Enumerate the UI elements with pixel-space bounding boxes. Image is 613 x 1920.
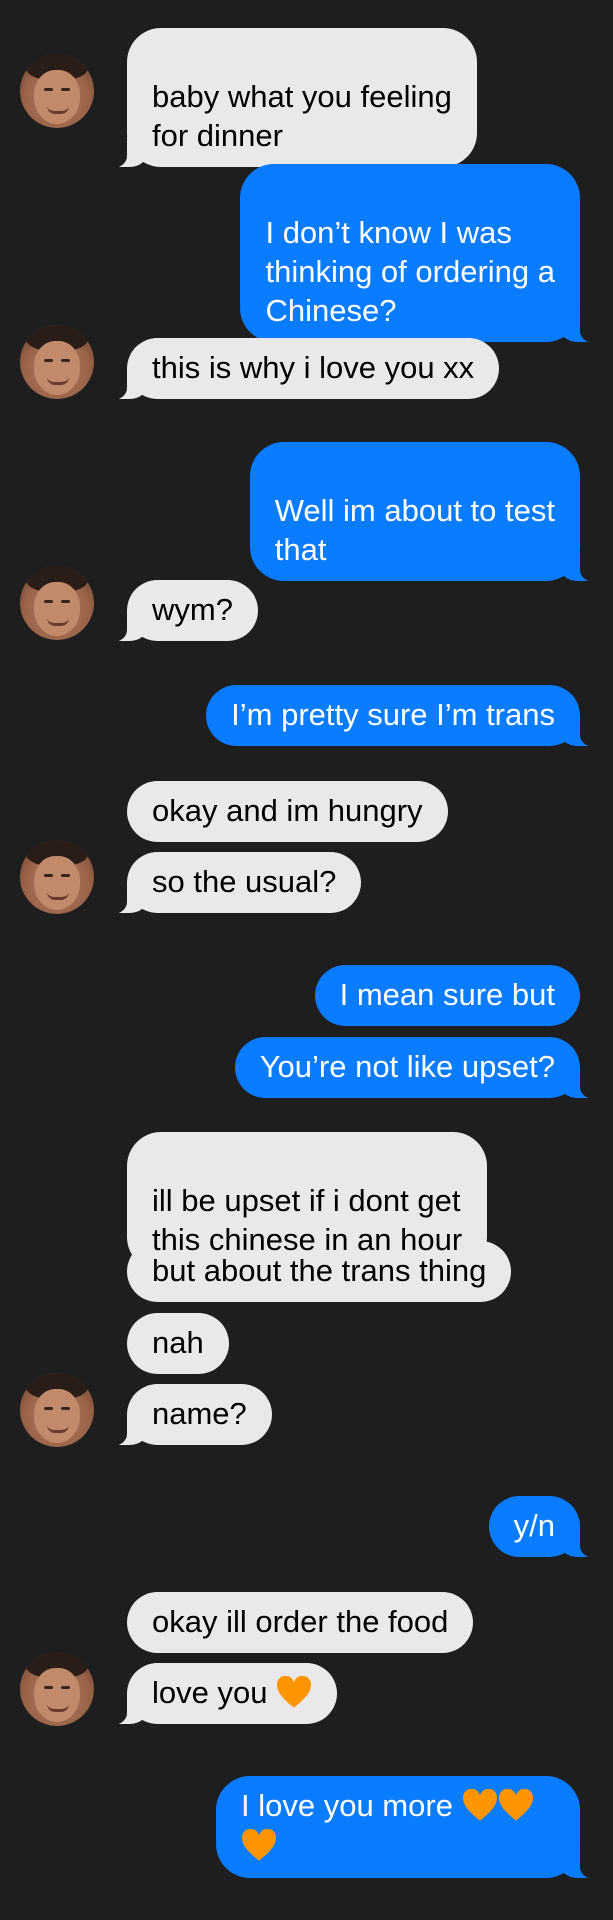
avatar-eye (44, 1686, 53, 1689)
avatar-eye (61, 1686, 70, 1689)
avatar-face (34, 582, 80, 636)
avatar-eye (61, 600, 70, 603)
avatar-face (34, 70, 80, 124)
outgoing-message[interactable]: You’re not like upset? (234, 1037, 603, 1099)
message-text: wym? (152, 592, 233, 627)
incoming-message[interactable]: so the usual? (104, 852, 362, 914)
message-text: so the usual? (152, 864, 337, 899)
outgoing-message[interactable]: I don’t know I was thinking of ordering … (240, 164, 602, 343)
message-text: nah (152, 1325, 204, 1360)
avatar-eye (61, 874, 70, 877)
avatar-eye (61, 88, 70, 91)
incoming-message[interactable]: okay ill order the food (127, 1592, 474, 1653)
outgoing-message[interactable]: Well im about to test that (249, 442, 603, 582)
avatar-face (34, 856, 80, 910)
orange-heart-icon (462, 1789, 498, 1823)
message-text: I love you more (241, 1788, 453, 1823)
incoming-message[interactable]: name? (105, 1384, 272, 1446)
message-text: Well im about to test that (274, 493, 555, 567)
message-text: I’m pretty sure I’m trans (231, 697, 555, 732)
incoming-message[interactable]: this is why i love you xx (104, 338, 500, 400)
message-text: this is why i love you xx (152, 350, 475, 385)
message-text: y/n (513, 1508, 555, 1543)
avatar-eye (44, 600, 53, 603)
incoming-message[interactable]: nah (127, 1313, 229, 1374)
message-text: ill be upset if i dont get this chinese … (152, 1183, 463, 1257)
avatar-eye (44, 359, 53, 362)
message-text: love you (152, 1675, 268, 1710)
outgoing-message[interactable]: I love you more (216, 1776, 602, 1879)
incoming-message[interactable]: love you (104, 1663, 338, 1725)
avatar-eye (44, 88, 53, 91)
orange-heart-icon (276, 1676, 312, 1710)
contact-avatar[interactable] (20, 1373, 94, 1447)
contact-avatar[interactable] (20, 54, 94, 128)
avatar-eye (44, 874, 53, 877)
incoming-message[interactable]: baby what you feeling for dinner (105, 28, 477, 168)
message-text: name? (152, 1396, 247, 1431)
avatar-eye (44, 1407, 53, 1410)
contact-avatar[interactable] (20, 1652, 94, 1726)
message-text: I mean sure but (339, 977, 555, 1012)
orange-heart-icon (498, 1789, 534, 1823)
outgoing-message[interactable]: I’m pretty sure I’m trans (206, 685, 602, 747)
contact-avatar[interactable] (20, 566, 94, 640)
outgoing-message[interactable]: y/n (488, 1496, 603, 1558)
incoming-message[interactable]: wym? (105, 580, 258, 642)
contact-avatar[interactable] (20, 325, 94, 399)
message-text: but about the trans thing (152, 1253, 487, 1288)
avatar-eye (61, 1407, 70, 1410)
message-text: baby what you feeling for dinner (152, 79, 452, 153)
avatar-face (34, 1668, 80, 1722)
contact-avatar[interactable] (20, 840, 94, 914)
avatar-eye (61, 359, 70, 362)
outgoing-message[interactable]: I mean sure but (314, 965, 580, 1026)
message-text: I don’t know I was thinking of ordering … (265, 215, 555, 328)
incoming-message[interactable]: ill be upset if i dont get this chinese … (127, 1132, 488, 1271)
orange-heart-icon (241, 1829, 277, 1863)
message-text: okay and im hungry (152, 793, 423, 828)
incoming-message[interactable]: okay and im hungry (127, 781, 448, 842)
message-text: okay ill order the food (152, 1604, 449, 1639)
avatar-face (34, 341, 80, 395)
avatar-face (34, 1389, 80, 1443)
message-text: You’re not like upset? (259, 1049, 555, 1084)
